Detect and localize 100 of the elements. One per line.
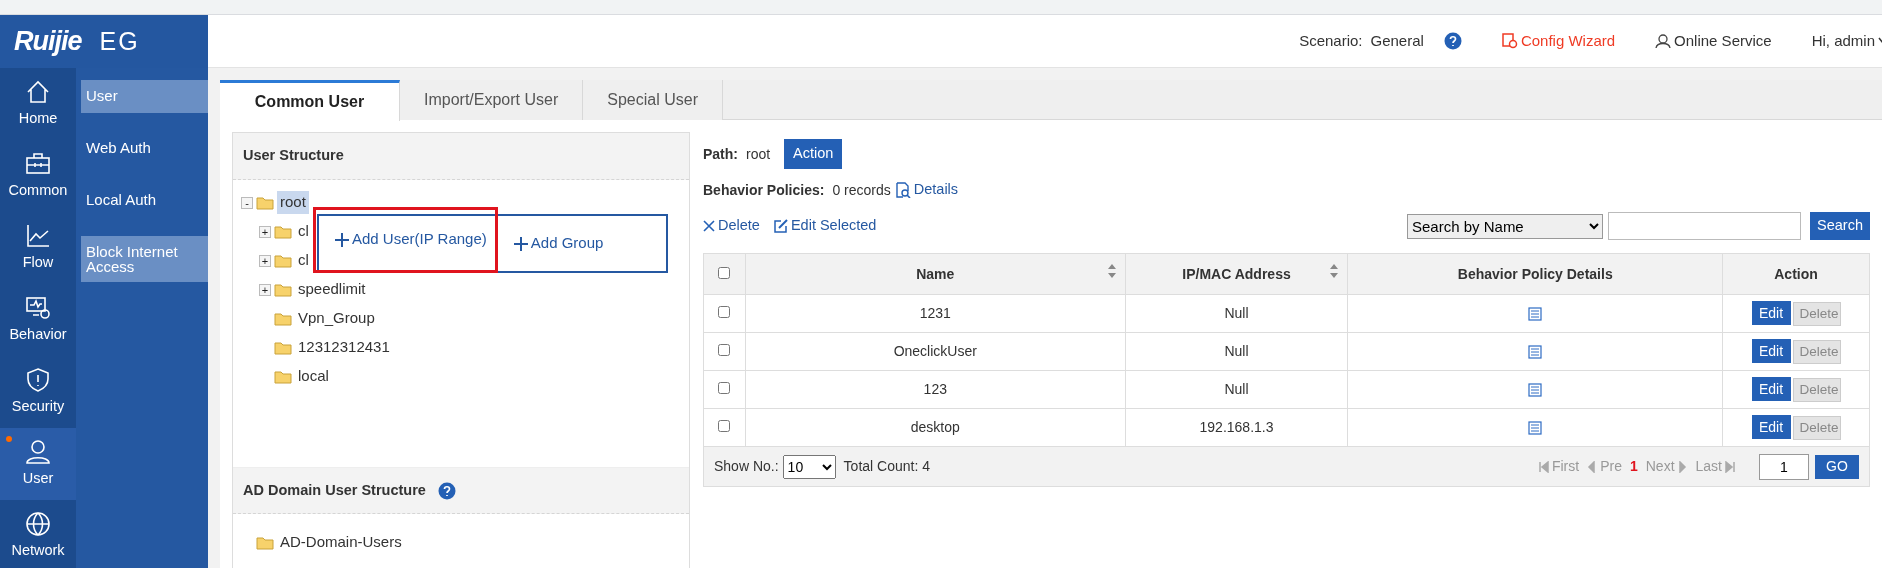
edit-selected-link[interactable]: Edit Selected bbox=[773, 215, 877, 237]
column-header: Action bbox=[1722, 253, 1870, 295]
total-count: Total Count: 4 bbox=[843, 457, 930, 476]
page-field[interactable]: 1 bbox=[1759, 453, 1809, 480]
column-header[interactable]: IP/MAC Address bbox=[1125, 253, 1348, 295]
folder-icon bbox=[274, 311, 292, 326]
search-button[interactable]: Search bbox=[1810, 212, 1870, 240]
submenu-item[interactable]: Local Auth bbox=[81, 184, 208, 217]
list-icon[interactable] bbox=[1528, 307, 1543, 322]
toolbox-icon bbox=[25, 150, 51, 177]
tab[interactable]: Import/Export User bbox=[400, 80, 584, 120]
edit-button[interactable]: Edit bbox=[1751, 339, 1791, 364]
path-label: Path: bbox=[703, 144, 738, 164]
tree-node[interactable]: speedlimit bbox=[295, 278, 369, 301]
panel-title: User Structure bbox=[243, 146, 344, 166]
table-cell: Null bbox=[1224, 305, 1249, 321]
search-type-select[interactable]: Search by Name bbox=[1407, 213, 1603, 239]
document-search-icon bbox=[894, 182, 911, 198]
shield-icon bbox=[25, 366, 51, 393]
folder-icon bbox=[274, 253, 292, 268]
show-label: Show No.: bbox=[714, 457, 779, 476]
details-link[interactable]: Details bbox=[894, 179, 959, 201]
nav-item[interactable]: Behavior bbox=[0, 284, 76, 356]
panel-title: AD Domain User Structure bbox=[243, 480, 426, 500]
expander-toggle[interactable]: + bbox=[259, 254, 271, 267]
edit-button[interactable]: Edit bbox=[1751, 377, 1791, 402]
previous-icon bbox=[1587, 460, 1598, 473]
menu-item[interactable]: Add Group bbox=[494, 213, 612, 274]
sort-icon bbox=[1106, 263, 1117, 279]
user-menu[interactable]: Hi, admin bbox=[1811, 29, 1882, 53]
pager-button[interactable]: 1 bbox=[1625, 456, 1642, 477]
folder-icon bbox=[256, 195, 274, 210]
notification-dot bbox=[6, 436, 12, 442]
table-cell: Null bbox=[1224, 381, 1249, 397]
search-field[interactable] bbox=[1608, 212, 1801, 240]
line-chart-icon bbox=[25, 222, 51, 249]
nav-item[interactable]: User bbox=[0, 428, 76, 500]
edit-icon bbox=[773, 219, 788, 233]
tree-node[interactable]: Vpn_Group bbox=[295, 307, 378, 330]
edit-button[interactable]: Edit bbox=[1751, 301, 1791, 326]
table-cell: 123 bbox=[923, 381, 947, 397]
policies-label: Behavior Policies: bbox=[703, 180, 825, 200]
tab[interactable]: Common User bbox=[220, 80, 400, 121]
next-icon bbox=[1677, 460, 1688, 473]
globe-icon bbox=[25, 510, 51, 537]
list-icon[interactable] bbox=[1528, 345, 1543, 360]
action-button[interactable]: Action bbox=[784, 139, 843, 169]
sort-icon bbox=[1329, 263, 1340, 279]
table-cell: 1231 bbox=[919, 305, 951, 321]
nav-item[interactable]: Flow bbox=[0, 212, 76, 284]
tree-node[interactable]: cl bbox=[295, 249, 312, 272]
person-icon bbox=[25, 438, 51, 465]
page-size-select[interactable]: 10 bbox=[782, 454, 836, 479]
column-header[interactable]: Name bbox=[745, 253, 1126, 295]
expander-toggle[interactable]: - bbox=[241, 196, 253, 209]
go-button[interactable]: GO bbox=[1815, 454, 1859, 479]
logo-text: Ruijie bbox=[14, 25, 82, 59]
help-icon bbox=[437, 481, 456, 500]
folder-icon bbox=[274, 224, 292, 239]
checkbox[interactable] bbox=[718, 306, 731, 318]
tree-node[interactable]: local bbox=[295, 365, 332, 388]
tree-node[interactable]: 12312312431 bbox=[295, 336, 393, 359]
plus-icon bbox=[334, 231, 350, 248]
path-value: root bbox=[746, 144, 771, 164]
nav-item[interactable]: Home bbox=[0, 68, 76, 140]
policies-count: 0 records bbox=[832, 180, 891, 200]
nav-item[interactable]: Common bbox=[0, 140, 76, 212]
tree-node[interactable]: AD-Domain-Users bbox=[277, 531, 405, 554]
expander-toggle[interactable]: + bbox=[259, 225, 271, 238]
table-cell: desktop bbox=[910, 419, 960, 435]
tree-node[interactable]: cl bbox=[295, 220, 312, 243]
column-header: Behavior Policy Details bbox=[1347, 253, 1723, 295]
tree-node[interactable]: root bbox=[277, 191, 309, 214]
person-icon bbox=[1655, 33, 1672, 49]
expander-toggle[interactable]: + bbox=[259, 283, 271, 296]
checkbox[interactable] bbox=[718, 266, 731, 279]
nav-item[interactable]: Security bbox=[0, 356, 76, 428]
last-page-icon bbox=[1725, 460, 1735, 473]
list-icon[interactable] bbox=[1528, 383, 1543, 398]
list-icon[interactable] bbox=[1528, 421, 1543, 436]
monitor-eye-icon bbox=[25, 294, 51, 321]
checkbox[interactable] bbox=[718, 382, 731, 394]
config-wizard-link[interactable]: Config Wizard bbox=[1501, 29, 1616, 53]
table-cell: Null bbox=[1224, 343, 1249, 359]
menu-item[interactable]: Add User(IP Range) bbox=[316, 209, 495, 270]
folder-icon bbox=[274, 340, 292, 355]
delete-link[interactable]: Delete bbox=[703, 215, 760, 237]
close-icon bbox=[703, 220, 715, 232]
nav-item[interactable]: Network bbox=[0, 500, 76, 568]
table-cell: OneclickUser bbox=[893, 343, 977, 359]
edit-button[interactable]: Edit bbox=[1751, 415, 1791, 440]
product-name: EG bbox=[99, 25, 140, 57]
table-cell: 192.168.1.3 bbox=[1199, 419, 1274, 435]
tab[interactable]: Special User bbox=[583, 80, 723, 120]
online-service-link[interactable]: Online Service bbox=[1655, 29, 1772, 53]
checkbox[interactable] bbox=[718, 420, 731, 432]
folder-icon bbox=[274, 282, 292, 297]
checkbox[interactable] bbox=[718, 344, 731, 356]
submenu-item[interactable]: Web Auth bbox=[81, 132, 208, 165]
plus-icon bbox=[512, 235, 529, 252]
